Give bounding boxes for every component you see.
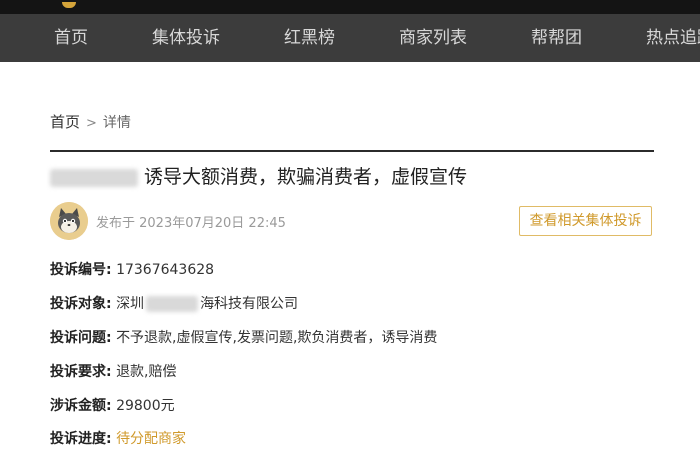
avatar <box>50 202 88 240</box>
detail-value: 不予退款,虚假宣传,发票问题,欺负消费者，诱导消费 <box>116 330 438 346</box>
detail-row-problem: 投诉问题: 不予退款,虚假宣传,发票问题,欺负消费者，诱导消费 <box>50 327 437 349</box>
breadcrumb: 首页 > 详情 <box>50 111 131 132</box>
nav-item-rankings[interactable]: 红黑榜 <box>284 14 335 62</box>
title-divider <box>50 150 654 152</box>
detail-label: 投诉编号: <box>50 262 112 278</box>
redacted-company-name <box>146 296 199 312</box>
nav-item-merchant-list[interactable]: 商家列表 <box>399 14 467 62</box>
detail-value: 17367643628 <box>116 262 215 278</box>
page-title-text: 诱导大额消费，欺骗消费者，虚假宣传 <box>144 166 468 188</box>
detail-row-amount: 涉诉金额: 29800元 <box>50 395 175 417</box>
redacted-merchant-name <box>50 168 138 187</box>
breadcrumb-current: 详情 <box>102 115 131 131</box>
detail-row-target: 投诉对象: 深圳 海科技有限公司 <box>50 293 298 315</box>
view-related-complaints-button[interactable]: 查看相关集体投诉 <box>519 206 652 236</box>
detail-value-prefix: 深圳 <box>116 296 145 312</box>
nav-item-hot-topics[interactable]: 热点追踪 <box>646 14 700 62</box>
nav-item-home[interactable]: 首页 <box>54 14 88 62</box>
breadcrumb-separator: > <box>86 116 97 131</box>
detail-label: 投诉要求: <box>50 364 112 380</box>
detail-value-suffix: 海科技有限公司 <box>200 296 299 312</box>
detail-row-progress: 投诉进度: 待分配商家 <box>50 428 186 450</box>
page-title: 诱导大额消费，欺骗消费者，虚假宣传 <box>50 163 467 191</box>
breadcrumb-home-link[interactable]: 首页 <box>50 113 80 131</box>
detail-label: 涉诉金额: <box>50 398 112 414</box>
cartoon-cat-avatar-icon <box>50 202 88 240</box>
detail-value: 29800元 <box>116 398 175 414</box>
logo-icon <box>62 2 76 8</box>
top-bar <box>0 0 700 14</box>
detail-label: 投诉进度: <box>50 431 112 447</box>
progress-status-link[interactable]: 待分配商家 <box>116 431 186 447</box>
main-nav: 首页 集体投诉 红黑榜 商家列表 帮帮团 热点追踪 <box>0 14 700 62</box>
detail-row-number: 投诉编号: 17367643628 <box>50 259 214 281</box>
detail-label: 投诉对象: <box>50 296 112 312</box>
nav-item-help-group[interactable]: 帮帮团 <box>531 14 582 62</box>
nav-item-group-complaints[interactable]: 集体投诉 <box>152 14 220 62</box>
publish-time: 发布于 2023年07月20日 22:45 <box>96 216 286 231</box>
detail-label: 投诉问题: <box>50 330 112 346</box>
detail-row-request: 投诉要求: 退款,赔偿 <box>50 361 177 383</box>
detail-value: 退款,赔偿 <box>116 364 177 380</box>
